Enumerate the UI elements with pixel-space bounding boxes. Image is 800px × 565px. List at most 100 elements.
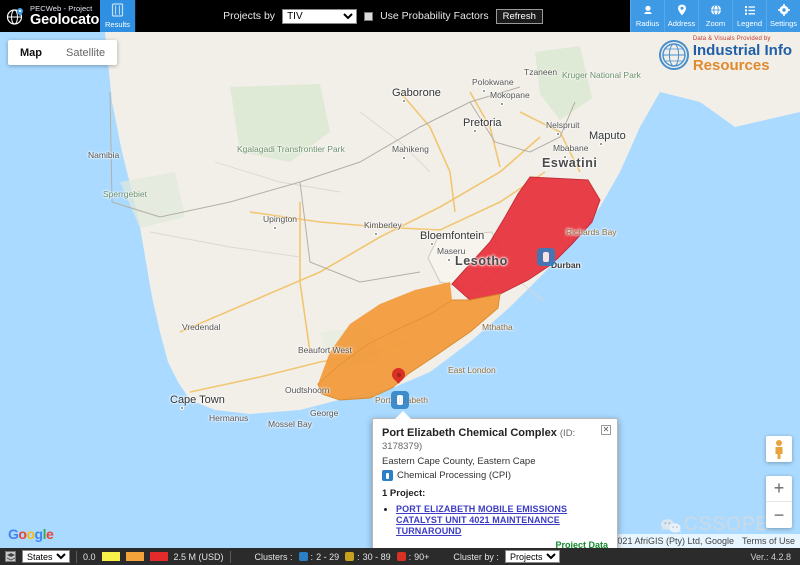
address-marker-icon bbox=[676, 4, 688, 18]
projects-filter-bar: Projects by TIV Use Probability Factors … bbox=[136, 0, 630, 32]
refresh-button[interactable]: Refresh bbox=[496, 9, 543, 24]
status-bar: States 0.0 2.5 M (USD) Clusters : :2 - 2… bbox=[0, 548, 800, 565]
legend-list-icon bbox=[744, 4, 756, 18]
map-canvas[interactable]: Map Satellite Data & Visuals Provided by… bbox=[0, 32, 800, 548]
tab-results[interactable]: Results bbox=[100, 0, 136, 32]
port-elizabeth-pin[interactable] bbox=[392, 368, 405, 387]
map-label-dot bbox=[273, 226, 277, 230]
google-logo: Google bbox=[8, 526, 53, 542]
iir-globe-icon bbox=[659, 40, 689, 70]
version-label: Ver.: 4.2.8 bbox=[750, 552, 795, 562]
map-label: Kimberley bbox=[364, 220, 402, 230]
plant-marker-icon bbox=[382, 470, 393, 481]
map-label-dot bbox=[556, 132, 560, 136]
layers-icon[interactable] bbox=[5, 551, 16, 562]
iir-line1: Industrial Info bbox=[693, 43, 792, 58]
cluster-by-label: Cluster by : bbox=[453, 552, 499, 562]
map-label: Gaborone bbox=[392, 87, 441, 99]
cluster-range-low-label: 2 - 29 bbox=[316, 552, 339, 562]
map-label: Mahikeng bbox=[392, 144, 429, 154]
durban-cluster-marker[interactable] bbox=[537, 248, 555, 268]
cluster-by-select[interactable]: Projects bbox=[505, 550, 560, 563]
top-toolbar: PECWeb - Project Geolocator Results Proj… bbox=[0, 0, 800, 32]
info-window-tail bbox=[395, 411, 411, 419]
map-label: Mossel Bay bbox=[268, 419, 312, 429]
globe-pin-icon bbox=[6, 7, 25, 26]
map-label: Maseru bbox=[437, 246, 465, 256]
cluster-range-low: :2 - 29 bbox=[299, 552, 340, 562]
radius-pin-icon bbox=[642, 4, 654, 18]
zoom-globe-icon bbox=[710, 4, 722, 18]
divider bbox=[76, 551, 77, 563]
map-label: Pretoria bbox=[463, 117, 502, 129]
map-label: Tzaneen bbox=[524, 67, 557, 77]
terms-of-use-link[interactable]: Terms of Use bbox=[742, 536, 795, 546]
tool-zoom[interactable]: Zoom bbox=[698, 0, 732, 32]
map-label-dot bbox=[563, 155, 567, 159]
map-label-dot bbox=[447, 258, 451, 262]
zoom-in-button[interactable]: + bbox=[766, 476, 792, 502]
facility-location: Eastern Cape County, Eastern Cape bbox=[382, 456, 608, 467]
app-brand: PECWeb - Project Geolocator bbox=[0, 0, 100, 32]
tool-legend-label: Legend bbox=[737, 19, 762, 28]
tool-settings[interactable]: Settings bbox=[766, 0, 800, 32]
map-label: Vredendal bbox=[182, 322, 220, 332]
tool-radius[interactable]: Radius bbox=[630, 0, 664, 32]
region-select[interactable]: States bbox=[22, 550, 70, 563]
street-view-pegman-icon[interactable] bbox=[766, 436, 792, 462]
map-label: Sperrgebiet bbox=[103, 189, 147, 199]
iir-logo: Data & Visuals Provided by Industrial In… bbox=[659, 36, 792, 73]
map-label: Nelspruit bbox=[546, 120, 580, 130]
project-link[interactable]: PORT ELIZABETH MOBILE EMISSIONS CATALYST… bbox=[396, 504, 567, 536]
map-label: Hermanus bbox=[209, 413, 248, 423]
facility-category: Chemical Processing (CPI) bbox=[382, 470, 608, 481]
scale-swatch-high bbox=[150, 552, 168, 561]
map-label: Cape Town bbox=[170, 394, 225, 406]
probability-checkbox-label: Use Probability Factors bbox=[380, 10, 489, 22]
projects-by-select[interactable]: TIV bbox=[282, 9, 357, 24]
facility-category-label: Chemical Processing (CPI) bbox=[397, 470, 511, 481]
map-label: Lesotho bbox=[455, 254, 508, 268]
project-data-link[interactable]: Project Data bbox=[555, 540, 608, 548]
map-label: Durban bbox=[551, 260, 581, 270]
map-label-dot bbox=[500, 102, 504, 106]
project-count: 1 Project: bbox=[382, 488, 608, 499]
tool-address[interactable]: Address bbox=[664, 0, 698, 32]
tool-zoom-label: Zoom bbox=[706, 19, 725, 28]
scale-max-label: 2.5 M (USD) bbox=[174, 552, 224, 562]
map-label: Mthatha bbox=[482, 322, 513, 332]
zoom-control[interactable]: + − bbox=[766, 476, 792, 528]
tool-settings-label: Settings bbox=[770, 19, 797, 28]
right-tool-group: Radius Address Zoom Legend bbox=[630, 0, 800, 32]
port-elizabeth-cluster-marker[interactable] bbox=[391, 391, 409, 411]
close-icon[interactable]: ✕ bbox=[601, 425, 611, 435]
map-label: Polokwane bbox=[472, 77, 514, 87]
probability-checkbox[interactable] bbox=[364, 12, 373, 21]
zoom-out-button[interactable]: − bbox=[766, 502, 792, 528]
map-type-map[interactable]: Map bbox=[8, 40, 54, 65]
iir-line2: Resources bbox=[693, 58, 792, 73]
clusters-label: Clusters : bbox=[255, 552, 293, 562]
map-type-control[interactable]: Map Satellite bbox=[8, 40, 117, 65]
tool-legend[interactable]: Legend bbox=[732, 0, 766, 32]
map-type-satellite[interactable]: Satellite bbox=[54, 40, 117, 65]
map-label: Richards Bay bbox=[566, 227, 617, 237]
cluster-range-mid-label: 30 - 89 bbox=[363, 552, 391, 562]
project-list: PORT ELIZABETH MOBILE EMISSIONS CATALYST… bbox=[396, 504, 608, 537]
cluster-range-high-label: 90+ bbox=[414, 552, 429, 562]
map-label-dot bbox=[473, 129, 477, 133]
list-item[interactable]: PORT ELIZABETH MOBILE EMISSIONS CATALYST… bbox=[396, 504, 608, 537]
map-label: Mokopane bbox=[490, 90, 530, 100]
map-label: Upington bbox=[263, 214, 297, 224]
brand-title: Geolocator bbox=[30, 13, 105, 28]
scale-swatch-mid bbox=[126, 552, 144, 561]
map-label: George bbox=[310, 408, 338, 418]
gear-icon bbox=[778, 4, 790, 18]
watermark-text: CSSOPE bbox=[684, 514, 769, 536]
map-label-dot bbox=[374, 232, 378, 236]
map-label: Bloemfontein bbox=[420, 230, 484, 242]
map-label-dot bbox=[402, 99, 406, 103]
map-label-dot bbox=[599, 142, 603, 146]
info-window[interactable]: ✕ Port Elizabeth Chemical Complex (ID: 3… bbox=[372, 418, 618, 548]
wechat-icon bbox=[660, 518, 680, 533]
